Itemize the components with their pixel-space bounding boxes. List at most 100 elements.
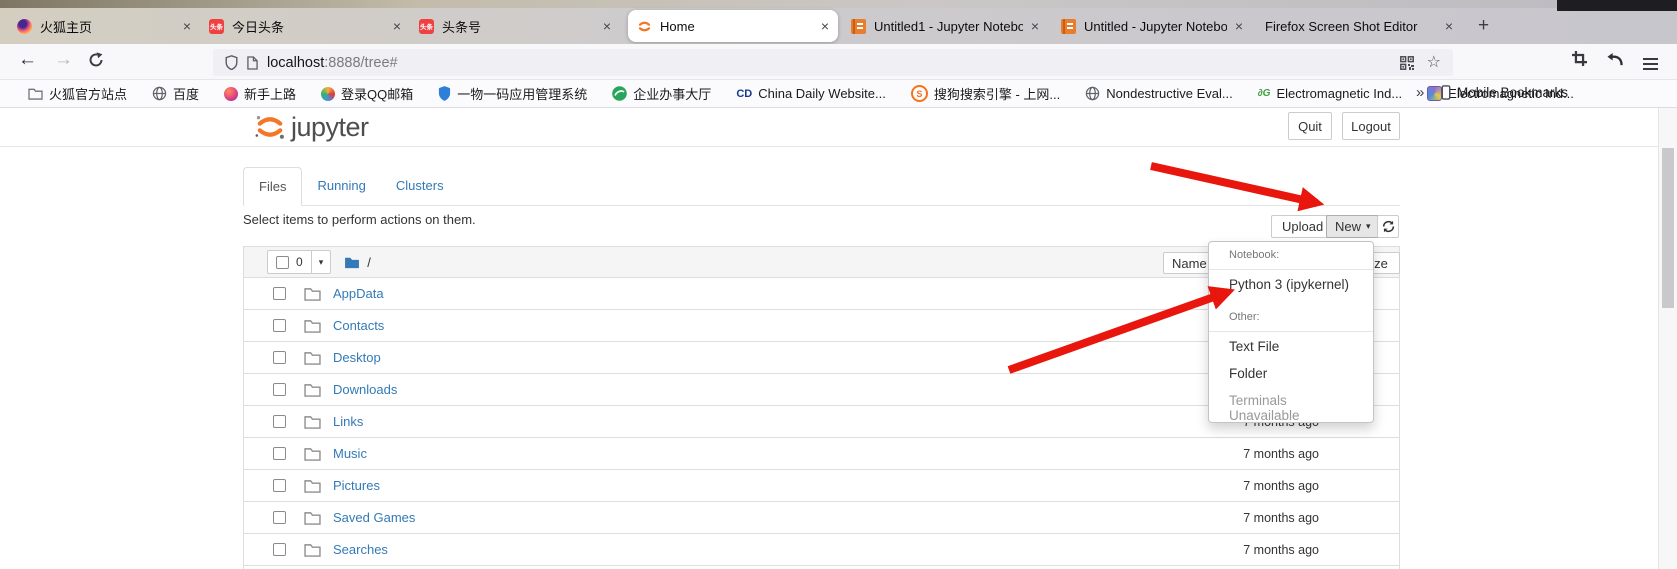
back-icon[interactable]: ← bbox=[18, 50, 37, 69]
firefox-favicon bbox=[17, 18, 32, 34]
close-icon[interactable]: × bbox=[393, 19, 401, 33]
file-link[interactable]: Music bbox=[333, 446, 367, 461]
file-link[interactable]: AppData bbox=[333, 286, 384, 301]
file-link[interactable]: Searches bbox=[333, 542, 388, 557]
select-dropdown-button[interactable]: ▾ bbox=[310, 251, 331, 273]
file-link[interactable]: Downloads bbox=[333, 382, 397, 397]
folder-icon bbox=[304, 351, 321, 365]
firefox-getting-started-icon bbox=[224, 86, 239, 101]
browser-tab-screenshot-editor[interactable]: Firefox Screen Shot Editor × bbox=[1256, 10, 1462, 42]
bookmark-item[interactable]: 登录QQ邮箱 bbox=[321, 84, 413, 103]
bookmark-item[interactable]: S 搜狗搜索引擎 - 上网... bbox=[910, 84, 1060, 103]
table-row: Music 7 months ago bbox=[243, 438, 1400, 470]
header-divider bbox=[0, 146, 1658, 147]
file-link[interactable]: Contacts bbox=[333, 318, 384, 333]
file-link[interactable]: Desktop bbox=[333, 350, 381, 365]
refresh-icon bbox=[1382, 220, 1394, 233]
close-icon[interactable]: × bbox=[183, 19, 191, 33]
row-checkbox[interactable] bbox=[273, 543, 286, 556]
scrollbar-thumb[interactable] bbox=[1662, 148, 1674, 308]
menu-icon[interactable] bbox=[1643, 55, 1658, 73]
page-scrollbar[interactable] bbox=[1658, 108, 1677, 569]
menu-header-other: Other: bbox=[1229, 311, 1260, 323]
menu-divider bbox=[1209, 269, 1373, 270]
bookmark-item[interactable]: 火狐官方站点 bbox=[28, 84, 127, 103]
last-modified: 7 months ago bbox=[1243, 446, 1319, 461]
bookmark-star-icon[interactable]: ☆ bbox=[1427, 54, 1441, 71]
undo-icon[interactable] bbox=[1606, 52, 1624, 67]
row-checkbox[interactable] bbox=[273, 319, 286, 332]
menu-item-text-file[interactable]: Text File bbox=[1209, 336, 1373, 363]
browser-tab-home-active[interactable]: Home × bbox=[628, 10, 838, 42]
row-checkbox[interactable] bbox=[273, 351, 286, 364]
file-link[interactable]: Saved Games bbox=[333, 510, 415, 525]
menu-item-python3[interactable]: Python 3 (ipykernel) bbox=[1209, 274, 1373, 301]
folder-icon bbox=[304, 511, 321, 525]
tab-title: Firefox Screen Shot Editor bbox=[1265, 18, 1418, 34]
breadcrumb-folder-icon[interactable] bbox=[344, 256, 360, 269]
shield-icon bbox=[439, 86, 451, 101]
url-path: :8888/tree# bbox=[324, 54, 398, 71]
close-icon[interactable]: × bbox=[1031, 19, 1039, 33]
row-checkbox[interactable] bbox=[273, 447, 286, 460]
bookmark-item[interactable]: Nondestructive Eval... bbox=[1085, 86, 1233, 101]
green-portal-icon bbox=[612, 86, 628, 101]
folder-icon bbox=[304, 543, 321, 557]
browser-tab-toutiaohao[interactable]: 头条 头条号 × bbox=[410, 10, 620, 42]
browser-tab-firefox-home[interactable]: 火狐主页 × bbox=[8, 10, 200, 42]
url-bar[interactable]: localhost :8888/tree# ☆ bbox=[213, 49, 1453, 76]
close-icon[interactable]: × bbox=[821, 19, 829, 33]
toutiao-favicon: 头条 bbox=[419, 18, 434, 34]
folder-icon bbox=[28, 88, 43, 100]
file-link[interactable]: Pictures bbox=[333, 478, 380, 493]
refresh-button[interactable] bbox=[1377, 215, 1399, 238]
bookmark-item[interactable]: 一物一码应用管理系统 bbox=[438, 84, 587, 103]
screenshot-crop-icon[interactable] bbox=[1572, 51, 1587, 66]
folder-icon bbox=[304, 479, 321, 493]
bookmarks-overflow-icon[interactable]: » bbox=[1416, 84, 1424, 101]
close-icon[interactable]: × bbox=[1235, 19, 1243, 33]
mobile-bookmarks[interactable]: Mobile Bookmarks bbox=[1441, 85, 1568, 100]
new-tab-icon[interactable]: + bbox=[1478, 15, 1489, 37]
bookmark-item[interactable]: 百度 bbox=[152, 84, 199, 103]
new-button[interactable]: New ▾ bbox=[1326, 215, 1380, 238]
breadcrumb-path: / bbox=[367, 254, 371, 270]
upload-button[interactable]: Upload bbox=[1271, 215, 1335, 238]
tab-files[interactable]: Files bbox=[243, 167, 303, 206]
menu-item-folder[interactable]: Folder bbox=[1209, 363, 1373, 390]
close-icon[interactable]: × bbox=[603, 19, 611, 33]
folder-icon bbox=[304, 319, 321, 333]
tab-clusters[interactable]: Clusters bbox=[381, 167, 459, 205]
browser-tab-untitled[interactable]: Untitled - Jupyter Notebook × bbox=[1052, 10, 1252, 42]
jupyter-favicon bbox=[638, 21, 651, 31]
jupyter-wordmark: jupyter bbox=[291, 111, 369, 142]
tab-title: 头条号 bbox=[442, 19, 482, 35]
bookmark-item[interactable]: CD China Daily Website... bbox=[736, 86, 886, 101]
select-all-checkbox[interactable] bbox=[276, 255, 289, 269]
reload-icon[interactable] bbox=[88, 52, 104, 68]
bookmark-item[interactable]: 企业办事大厅 bbox=[612, 84, 711, 103]
row-checkbox[interactable] bbox=[273, 511, 286, 524]
jupyter-logo-icon bbox=[255, 115, 284, 139]
row-checkbox[interactable] bbox=[273, 287, 286, 300]
menu-header-notebook: Notebook: bbox=[1229, 249, 1280, 261]
notebook-favicon bbox=[851, 18, 866, 34]
jupyter-logo[interactable]: jupyter bbox=[253, 110, 369, 144]
file-link[interactable]: Links bbox=[333, 414, 363, 429]
bookmark-item[interactable]: ∂G Electromagnetic Ind... bbox=[1258, 86, 1402, 101]
qq-mail-icon bbox=[321, 86, 336, 101]
row-checkbox[interactable] bbox=[273, 479, 286, 492]
close-icon[interactable]: × bbox=[1445, 19, 1453, 33]
logout-button[interactable]: Logout bbox=[1342, 112, 1400, 140]
site-shield-icon[interactable] bbox=[225, 55, 238, 70]
bookmark-item[interactable]: 新手上路 bbox=[224, 84, 296, 103]
row-checkbox[interactable] bbox=[273, 383, 286, 396]
bookmarks-bar: 火狐官方站点 百度 新手上路 登录QQ邮箱 一物一码应用管理系统 企业办事大厅 … bbox=[0, 80, 1677, 108]
browser-tab-untitled1[interactable]: Untitled1 - Jupyter Notebook × bbox=[842, 10, 1048, 42]
tab-running[interactable]: Running bbox=[302, 167, 380, 205]
window-controls-area bbox=[1557, 0, 1677, 11]
quit-button[interactable]: Quit bbox=[1288, 112, 1332, 140]
row-checkbox[interactable] bbox=[273, 415, 286, 428]
browser-tab-toutiao[interactable]: 头条 今日头条 × bbox=[200, 10, 410, 42]
qr-code-icon[interactable] bbox=[1399, 55, 1414, 70]
